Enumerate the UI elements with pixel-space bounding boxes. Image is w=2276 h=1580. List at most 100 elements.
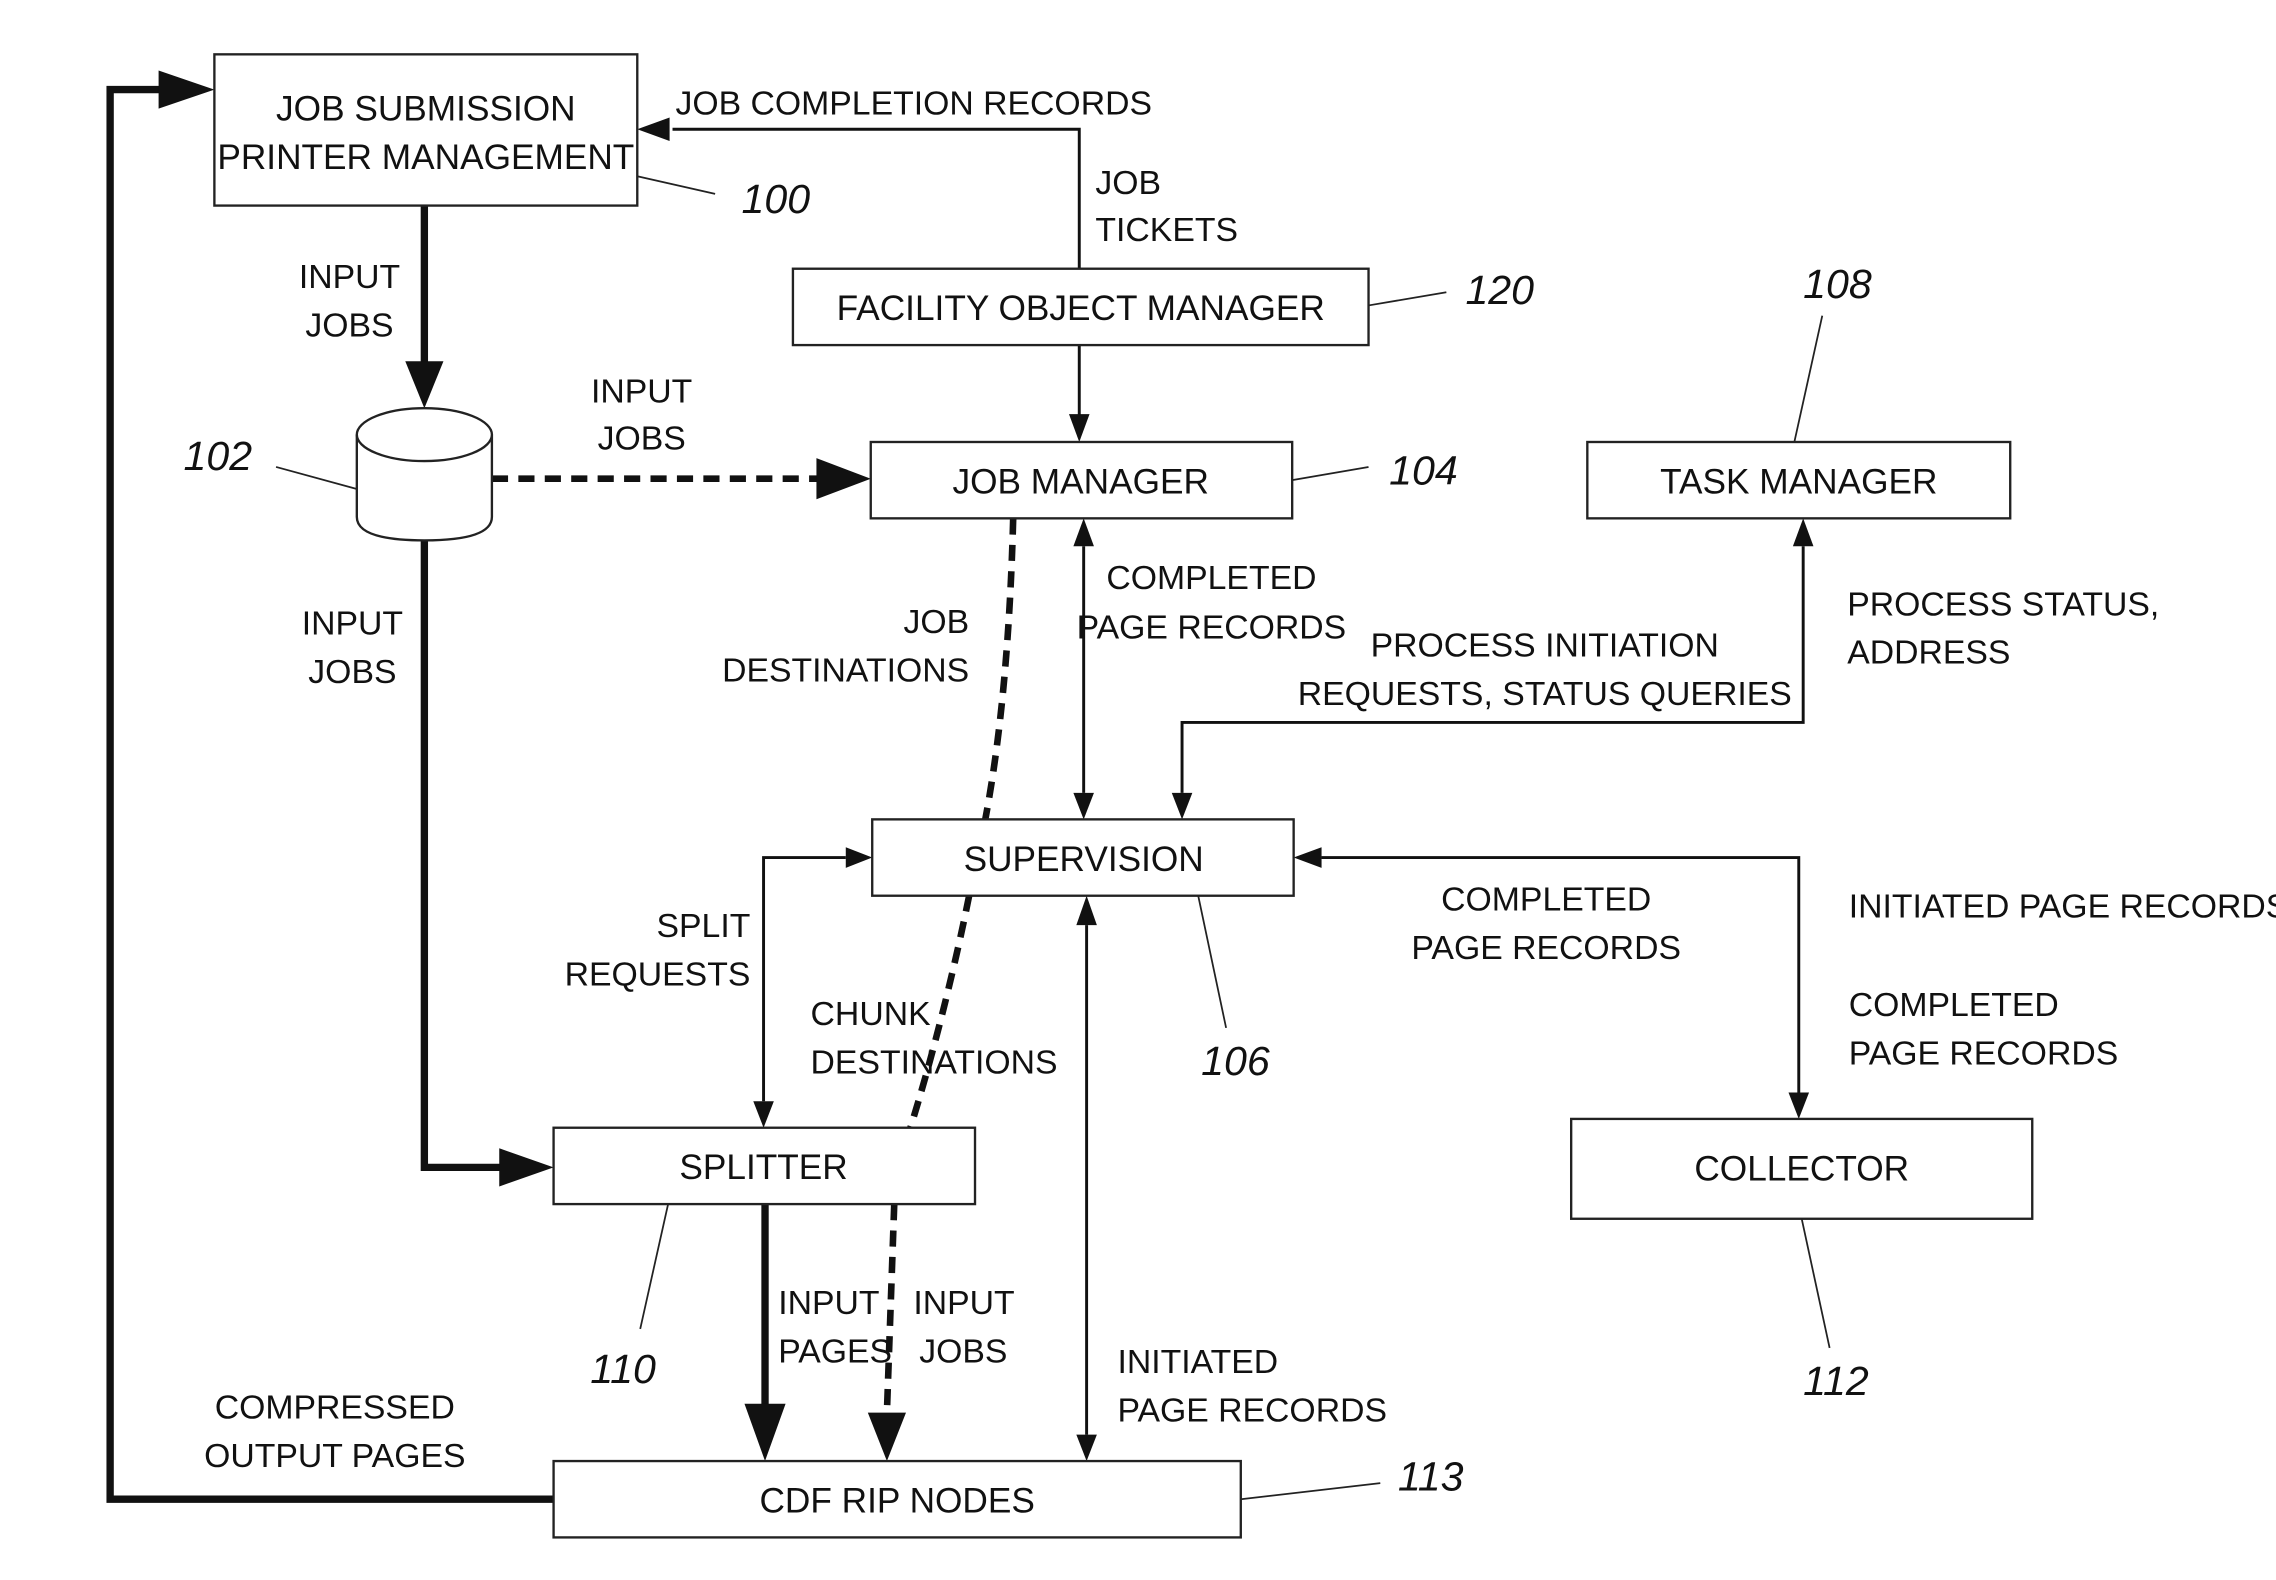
label-line: PAGE RECORDS (1411, 929, 1681, 967)
ref-108: 108 (1793, 261, 1872, 443)
arrowhead-icon (1788, 1092, 1810, 1119)
arrowhead-icon (1076, 895, 1097, 926)
label-job-tickets: JOB TICKETS (1095, 164, 1238, 249)
label-compressed-output-pages: COMPRESSED OUTPUT PAGES (204, 1388, 465, 1474)
label-split-requests: SPLIT REQUESTS (565, 907, 751, 993)
reference-numeral: 104 (1389, 448, 1458, 494)
label-line: DESTINATIONS (811, 1043, 1058, 1081)
label-line: JOBS (598, 419, 686, 457)
label-line: COMPLETED (1441, 880, 1651, 918)
label-input-jobs-top: INPUT JOBS (299, 258, 400, 344)
reference-numeral: 112 (1803, 1358, 1869, 1404)
label-line: PAGE RECORDS (1849, 1035, 2119, 1073)
connector-split-requests (753, 847, 873, 1128)
label-line: INPUT (591, 372, 692, 410)
label-line: PROCESS STATUS, (1847, 585, 2159, 623)
reference-numeral: 120 (1465, 267, 1534, 313)
label-line: COMPLETED (1849, 986, 2059, 1024)
label-line: COMPLETED (1106, 559, 1316, 597)
label-completed-page-records-sup: COMPLETED PAGE RECORDS (1411, 880, 1681, 966)
label-line: INITIATED (1117, 1343, 1278, 1381)
block-label: FACILITY OBJECT MANAGER (837, 289, 1325, 328)
block-splitter: SPLITTER (552, 1126, 977, 1206)
connector-job-destinations (982, 518, 1017, 820)
label-line: JOB (903, 603, 969, 641)
connector-completed-page-records-jm (1073, 518, 1094, 820)
block-label: PRINTER MANAGEMENT (217, 138, 634, 177)
label-process-initiation: PROCESS INITIATION REQUESTS, STATUS QUER… (1298, 626, 1792, 712)
arrowhead-icon (1293, 847, 1322, 868)
ref-104: 104 (1292, 448, 1458, 494)
label-completed-page-records-jm: COMPLETED PAGE RECORDS (1077, 559, 1347, 647)
connector-job-completion-records (637, 117, 1081, 269)
block-collector: COLLECTOR (1569, 1117, 2034, 1220)
block-supervision: SUPERVISION (871, 818, 1295, 897)
label-line: INPUT (299, 258, 400, 296)
connector-initiated-page-records-rip (1076, 895, 1097, 1462)
arrowhead-icon (1068, 414, 1090, 442)
label-line: OUTPUT PAGES (204, 1437, 465, 1475)
label-process-status: PROCESS STATUS, ADDRESS (1847, 585, 2159, 671)
label-line: JOB (1095, 164, 1161, 202)
arrowhead-icon (1792, 518, 1814, 547)
system-diagram: JOB SUBMISSION PRINTER MANAGEMENT FACILI… (106, 53, 2276, 1539)
reference-numeral: 106 (1201, 1038, 1270, 1084)
connector-input-jobs-to-job-manager (491, 458, 871, 500)
label-line: PROCESS INITIATION (1371, 626, 1719, 664)
label-line: SPLIT (657, 907, 751, 945)
arrowhead-icon (845, 847, 873, 868)
arrowhead-icon (637, 117, 670, 141)
connector-input-jobs-to-splitter (420, 540, 554, 1187)
label-line: REQUESTS, STATUS QUERIES (1298, 675, 1792, 713)
label-line: INPUT (913, 1284, 1014, 1322)
reference-numeral: 113 (1398, 1453, 1464, 1499)
ref-110: 110 (590, 1203, 669, 1392)
block-label: JOB SUBMISSION (276, 89, 576, 128)
label-line: ADDRESS (1847, 634, 2010, 672)
label-line: PAGE RECORDS (1077, 609, 1347, 647)
ref-120: 120 (1368, 267, 1534, 313)
label-line: PAGE RECORDS (1117, 1391, 1387, 1429)
connector-input-jobs-to-storage (405, 205, 444, 409)
block-label: SPLITTER (679, 1148, 847, 1187)
block-label: JOB MANAGER (952, 462, 1208, 501)
label-line: INPUT (778, 1284, 879, 1322)
block-cdf-rip-nodes: CDF RIP NODES (552, 1459, 1242, 1539)
label-line: INPUT (302, 604, 403, 642)
connector-facility-to-job-manager (1068, 345, 1090, 442)
arrowhead-icon (1073, 518, 1094, 547)
ref-100: 100 (637, 175, 811, 222)
label-line: PAGES (778, 1333, 892, 1371)
label-initiated-page-records-rip: INITIATED PAGE RECORDS (1117, 1343, 1387, 1429)
block-job-submission: JOB SUBMISSION PRINTER MANAGEMENT (213, 53, 639, 207)
label-completed-page-records-right: COMPLETED PAGE RECORDS (1849, 986, 2119, 1072)
arrowhead-icon (753, 1101, 774, 1128)
label-line: COMPRESSED (215, 1388, 455, 1426)
ref-102: 102 (184, 433, 358, 490)
label-line: JOBS (919, 1333, 1007, 1371)
label-line: TICKETS (1095, 211, 1238, 249)
block-label: CDF RIP NODES (759, 1481, 1034, 1520)
block-task-manager: TASK MANAGER (1586, 440, 2012, 520)
label-input-jobs-dashed: INPUT JOBS (591, 372, 692, 457)
label-input-pages: INPUT PAGES (778, 1284, 892, 1370)
block-label: COLLECTOR (1694, 1150, 1909, 1189)
block-job-manager: JOB MANAGER (869, 440, 1294, 520)
arrowhead-icon (1076, 1434, 1097, 1462)
label-input-jobs-left: INPUT JOBS (302, 604, 403, 690)
label-line: CHUNK (811, 995, 932, 1033)
ref-106: 106 (1197, 895, 1270, 1084)
arrowhead-icon (867, 1412, 906, 1462)
arrowhead-icon (499, 1148, 554, 1187)
arrowhead-icon (158, 70, 215, 109)
block-label: SUPERVISION (964, 840, 1204, 879)
ref-113: 113 (1240, 1453, 1464, 1501)
reference-numeral: 102 (184, 433, 253, 479)
reference-numeral: 100 (742, 176, 811, 222)
arrowhead-icon (816, 458, 871, 500)
label-input-jobs-splitter: INPUT JOBS (913, 1284, 1014, 1370)
label-line: DESTINATIONS (722, 651, 969, 689)
arrowhead-icon (405, 361, 444, 409)
reference-numeral: 108 (1803, 261, 1872, 307)
arrowhead-icon (1171, 792, 1193, 820)
